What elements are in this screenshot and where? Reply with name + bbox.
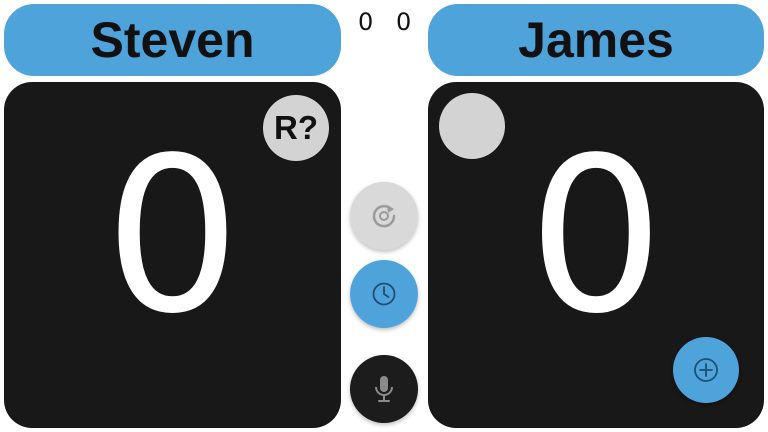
swap-button[interactable] bbox=[350, 182, 418, 250]
player1-sets-score: 0 bbox=[358, 8, 374, 36]
microphone-button[interactable] bbox=[350, 355, 418, 423]
player1-serve-indicator[interactable]: R? bbox=[263, 95, 329, 161]
clock-icon bbox=[371, 281, 397, 307]
plus-circle-icon bbox=[692, 356, 720, 384]
player2-serve-indicator[interactable] bbox=[439, 93, 505, 159]
player2-score: 0 bbox=[527, 112, 665, 361]
player1-name-button[interactable]: Steven bbox=[4, 4, 341, 76]
player1-score: 0 bbox=[104, 112, 241, 361]
player2-sets-score: 0 bbox=[396, 8, 412, 36]
rotate-icon bbox=[369, 201, 399, 231]
player2-name-button[interactable]: James bbox=[428, 4, 764, 76]
microphone-icon bbox=[372, 373, 396, 405]
add-point-button[interactable] bbox=[673, 337, 739, 403]
timer-button[interactable] bbox=[350, 260, 418, 328]
